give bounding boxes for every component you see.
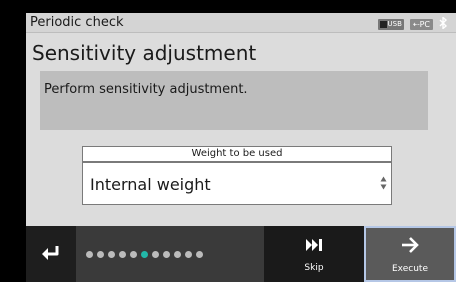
skip-label: Skip [304, 263, 324, 273]
step-dot [196, 251, 203, 258]
step-indicator [86, 251, 203, 258]
step-dot [86, 251, 93, 258]
back-button[interactable] [26, 226, 76, 282]
screen: Periodic check USB ⇠PC Sensitivity adjus… [0, 0, 456, 282]
execute-button[interactable]: Execute [364, 226, 456, 282]
execute-label: Execute [392, 264, 428, 274]
message-text: Perform sensitivity adjustment. [44, 82, 248, 97]
page-title: Sensitivity adjustment [32, 41, 257, 65]
step-dot [119, 251, 126, 258]
step-dot [163, 251, 170, 258]
status-bar: Periodic check USB ⇠PC [26, 13, 456, 33]
bottom-bar: Skip Execute [26, 226, 456, 282]
bluetooth-icon [439, 16, 448, 31]
step-dot [108, 251, 115, 258]
skip-button[interactable]: Skip [264, 226, 364, 282]
usb-status-icon: USB [377, 18, 404, 30]
weight-select[interactable]: Internal weight [82, 162, 392, 205]
pc-connection-icon: ⇠PC [409, 18, 433, 30]
step-dot [185, 251, 192, 258]
step-dot [97, 251, 104, 258]
message-box: Perform sensitivity adjustment. [40, 71, 428, 130]
usb-label: USB [387, 19, 402, 28]
step-dot [174, 251, 181, 258]
skip-forward-icon [306, 239, 322, 251]
status-title: Periodic check [30, 15, 124, 30]
step-dot [152, 251, 159, 258]
weight-value: Internal weight [90, 175, 211, 194]
display-panel: Periodic check USB ⇠PC Sensitivity adjus… [26, 13, 456, 282]
up-down-icon [380, 176, 387, 190]
pc-arrow: ⇠ [412, 19, 420, 29]
step-dot [130, 251, 137, 258]
return-arrow-icon [42, 246, 59, 260]
weight-field-label: Weight to be used [82, 146, 392, 162]
status-icons: USB ⇠PC [377, 16, 449, 31]
step-dot-active [141, 251, 148, 258]
arrow-right-icon [402, 237, 419, 253]
pc-label: PC [419, 19, 430, 29]
